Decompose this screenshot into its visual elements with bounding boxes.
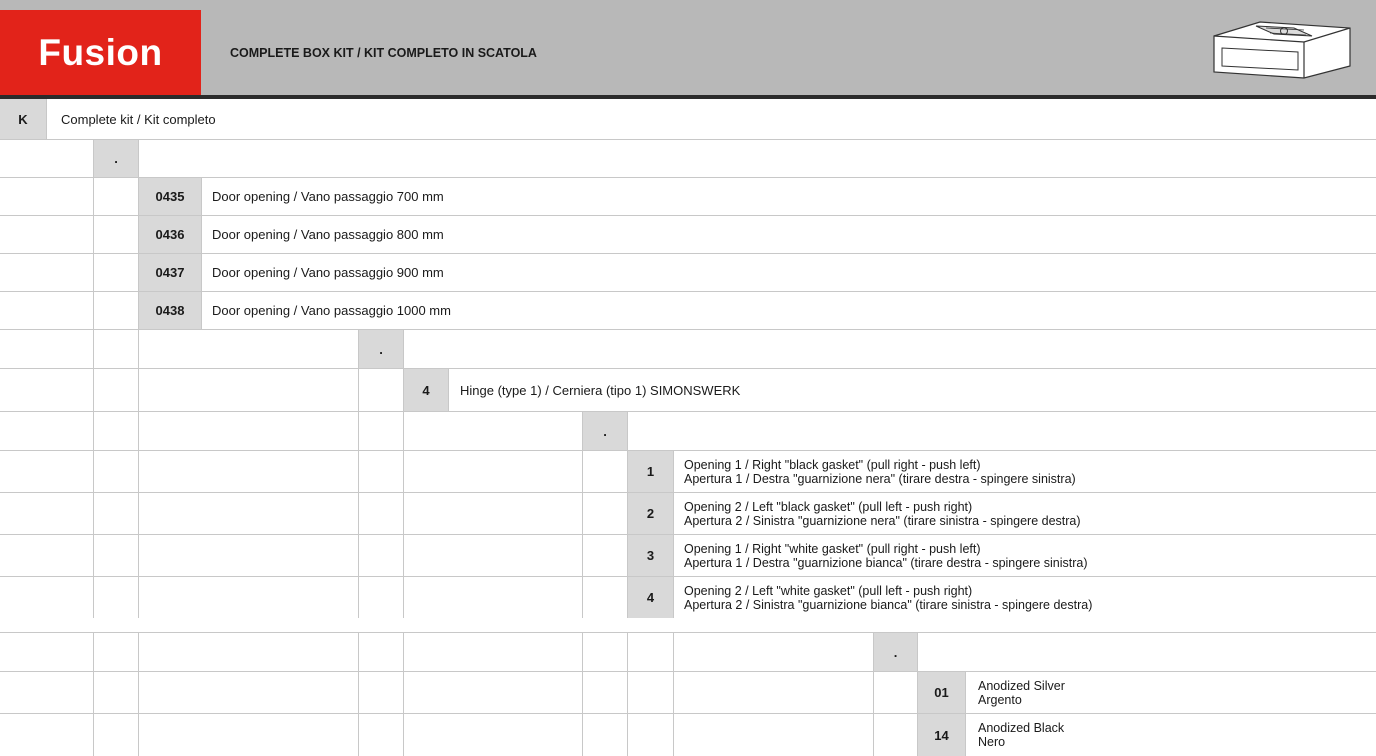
table-row: 0437 Door opening / Vano passaggio 900 m…: [0, 254, 1376, 291]
box-kit-icon: [1213, 21, 1351, 79]
opening-label: Door opening / Vano passaggio 700 mm: [212, 189, 444, 204]
separator-row-3: .: [0, 412, 1376, 450]
brand-title: Fusion: [0, 10, 201, 95]
direction-line-it: Apertura 1 / Destra "guarnizione bianca"…: [684, 555, 1088, 570]
direction-code: 1: [628, 451, 674, 492]
kit-code: K: [0, 99, 47, 139]
separator-row-4: .: [0, 633, 1376, 671]
table-row: 1 Opening 1 / Right "black gasket" (pull…: [0, 451, 1376, 492]
finish-code: 01: [918, 672, 966, 713]
finish-label: Anodized Black Nero: [978, 714, 1064, 756]
separator-cell: .: [874, 633, 918, 671]
table-row: 0435 Door opening / Vano passaggio 700 m…: [0, 178, 1376, 215]
direction-code: 2: [628, 493, 674, 534]
direction-line-it: Apertura 2 / Sinistra "guarnizione nera"…: [684, 513, 1081, 528]
opening-label: Door opening / Vano passaggio 900 mm: [212, 265, 444, 280]
opening-label: Door opening / Vano passaggio 800 mm: [212, 227, 444, 242]
finish-line-en: Anodized Black: [978, 721, 1065, 735]
direction-line-it: Apertura 1 / Destra "guarnizione nera" (…: [684, 471, 1076, 486]
direction-line-en: Opening 1 / Right "black gasket" (pull r…: [684, 457, 981, 472]
table-row: 14 Anodized Black Nero: [0, 714, 1376, 756]
separator-cell: .: [583, 412, 628, 450]
table-row: 2 Opening 2 / Left "black gasket" (pull …: [0, 493, 1376, 534]
table-row: 0438 Door opening / Vano passaggio 1000 …: [0, 292, 1376, 329]
table-row: 3 Opening 1 / Right "white gasket" (pull…: [0, 535, 1376, 576]
kit-label: Complete kit / Kit completo: [61, 111, 216, 127]
header-bar: [0, 0, 1376, 95]
hinge-row: 4 Hinge (type 1) / Cerniera (tipo 1) SIM…: [0, 369, 1376, 411]
direction-line-en: Opening 2 / Left "white gasket" (pull le…: [684, 583, 973, 598]
finish-line-it: Nero: [978, 735, 1006, 749]
table-row: 0436 Door opening / Vano passaggio 800 m…: [0, 216, 1376, 253]
direction-code: 4: [628, 577, 674, 618]
direction-label: Opening 1 / Right "white gasket" (pull r…: [684, 535, 1088, 576]
finish-line-en: Anodized Silver: [978, 678, 1065, 693]
separator-cell: .: [94, 140, 139, 177]
hinge-code: 4: [404, 369, 449, 411]
opening-label: Door opening / Vano passaggio 1000 mm: [212, 303, 451, 318]
page-subtitle: COMPLETE BOX KIT / KIT COMPLETO IN SCATO…: [230, 45, 537, 60]
opening-code: 0435: [139, 178, 202, 215]
opening-code: 0438: [139, 292, 202, 329]
finish-label: Anodized Silver Argento: [978, 672, 1065, 713]
direction-label: Opening 2 / Left "white gasket" (pull le…: [684, 577, 1092, 618]
table-row: 01 Anodized Silver Argento: [0, 672, 1376, 713]
opening-code: 0437: [139, 254, 202, 291]
opening-code: 0436: [139, 216, 202, 253]
direction-line-en: Opening 2 / Left "black gasket" (pull le…: [684, 499, 973, 514]
direction-label: Opening 2 / Left "black gasket" (pull le…: [684, 493, 1081, 534]
finish-code: 14: [918, 714, 966, 756]
separator-cell: .: [359, 330, 404, 368]
direction-line-en: Opening 1 / Right "white gasket" (pull r…: [684, 541, 981, 556]
direction-code: 3: [628, 535, 674, 576]
direction-label: Opening 1 / Right "black gasket" (pull r…: [684, 451, 1076, 492]
table-row: 4 Opening 2 / Left "white gasket" (pull …: [0, 577, 1376, 618]
kit-row: K Complete kit / Kit completo: [0, 99, 1376, 139]
separator-row-2: .: [0, 330, 1376, 368]
separator-row-1: .: [0, 140, 1376, 177]
direction-line-it: Apertura 2 / Sinistra "guarnizione bianc…: [684, 597, 1093, 612]
hinge-label: Hinge (type 1) / Cerniera (tipo 1) SIMON…: [460, 382, 741, 398]
finish-line-it: Argento: [978, 692, 1022, 707]
